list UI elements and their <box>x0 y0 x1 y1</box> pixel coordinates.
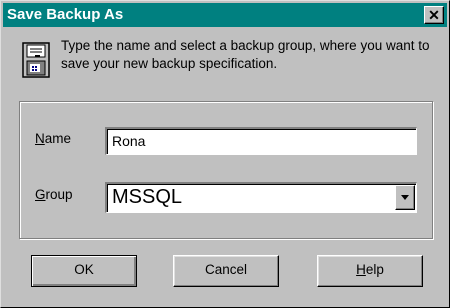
cancel-button[interactable]: Cancel <box>173 255 279 287</box>
name-label-text: ame <box>44 131 72 146</box>
group-dropdown-button[interactable] <box>395 185 415 210</box>
group-label-mnemonic: G <box>35 187 46 202</box>
close-icon: ✕ <box>428 7 440 23</box>
help-button-mnemonic: H <box>356 262 366 277</box>
name-input[interactable]: Rona <box>105 127 417 155</box>
title-bar[interactable]: Save Backup As ✕ <box>3 3 447 27</box>
group-select[interactable]: MSSQL <box>105 182 417 213</box>
dialog-title: Save Backup As <box>7 6 124 23</box>
floppy-disk-icon <box>22 42 50 78</box>
group-select-value: MSSQL <box>112 186 183 208</box>
chevron-down-icon <box>401 195 409 200</box>
save-backup-dialog: Save Backup As ✕ Type the name and selec… <box>0 0 450 308</box>
name-label: Name <box>35 131 71 146</box>
ok-button[interactable]: OK <box>31 255 137 287</box>
dialog-description: Type the name and select a backup group,… <box>61 38 430 71</box>
name-input-value: Rona <box>112 133 146 149</box>
help-button[interactable]: Help <box>317 255 423 287</box>
close-button[interactable]: ✕ <box>424 6 444 24</box>
form-group-box <box>19 101 433 239</box>
group-label-text: roup <box>45 187 73 202</box>
name-label-mnemonic: N <box>35 131 45 146</box>
help-button-text: elp <box>365 262 384 277</box>
group-label: Group <box>35 187 73 202</box>
